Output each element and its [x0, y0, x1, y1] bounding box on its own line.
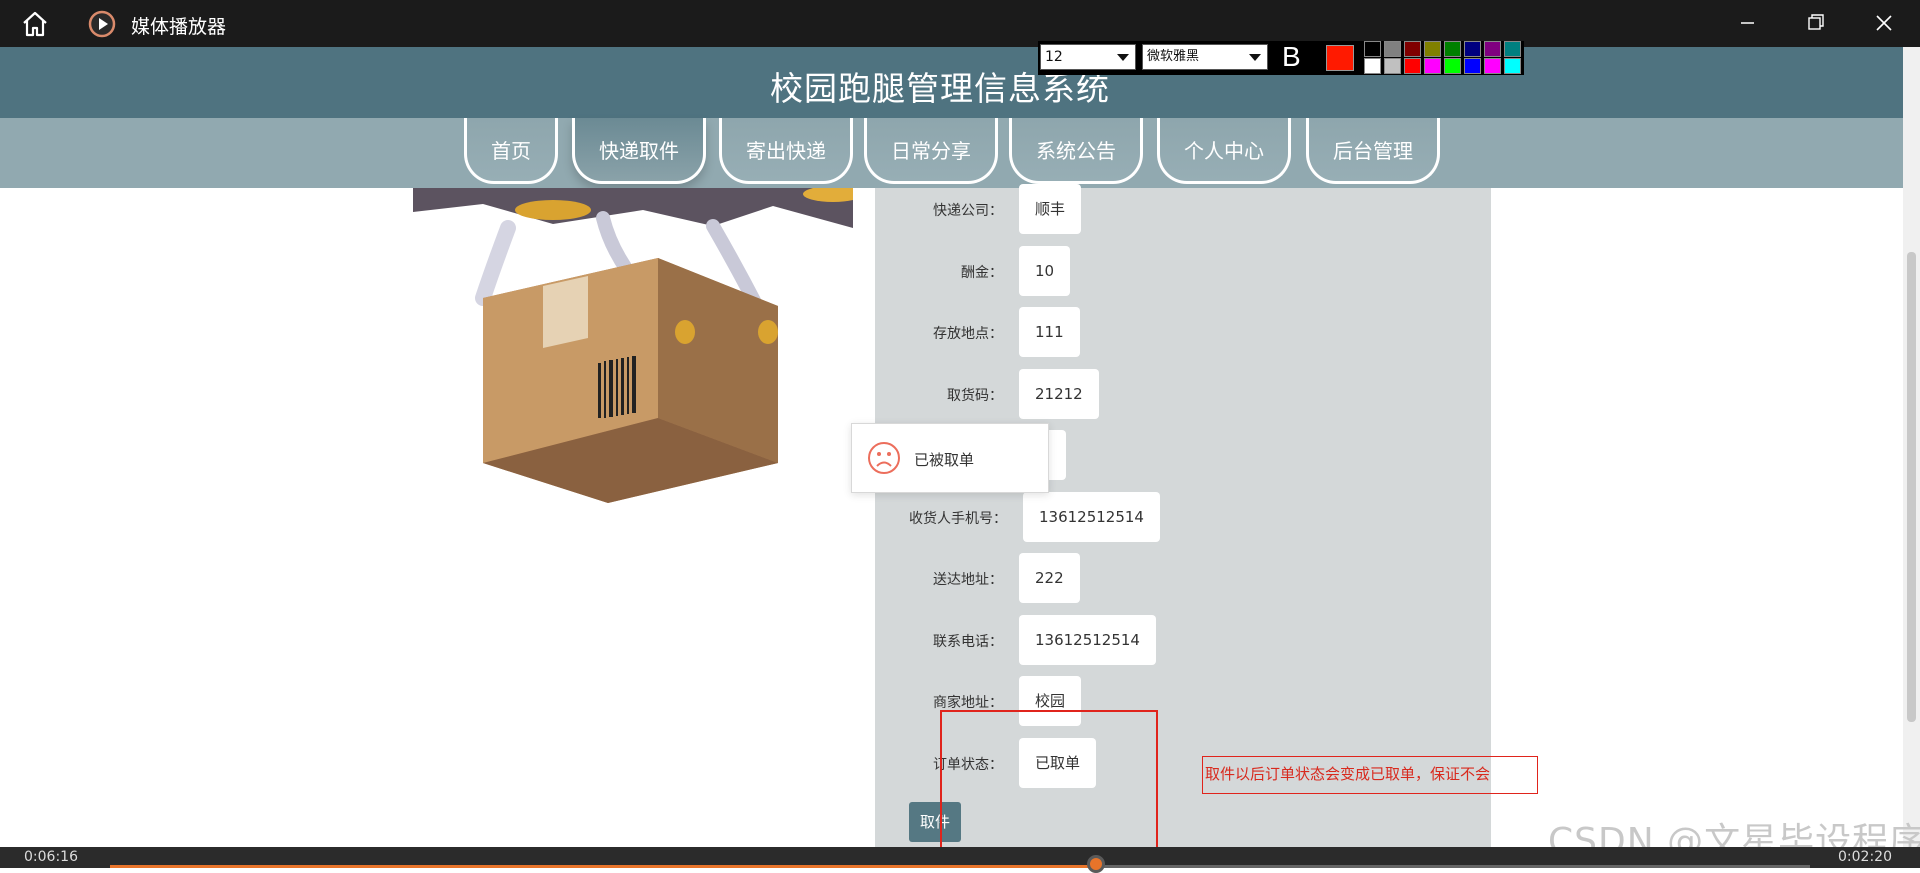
nav-item-admin[interactable]: 后台管理: [1306, 118, 1440, 184]
scrollbar-thumb[interactable]: [1907, 252, 1916, 722]
color-swatch[interactable]: [1444, 41, 1461, 57]
color-swatch[interactable]: [1384, 41, 1401, 57]
detail-label: 酬金：: [961, 265, 1003, 281]
color-swatch[interactable]: [1384, 58, 1401, 74]
color-swatch[interactable]: [1504, 41, 1521, 57]
color-swatch[interactable]: [1424, 41, 1441, 57]
color-swatch[interactable]: [1484, 41, 1501, 57]
site-title: 校园跑腿管理信息系统: [770, 69, 1110, 108]
nav-label: 快递取件: [599, 139, 679, 163]
font-size-select[interactable]: 12: [1040, 44, 1136, 70]
detail-label: 商家地址：: [933, 695, 1003, 711]
color-swatch[interactable]: [1484, 58, 1501, 74]
chevron-down-icon: [1117, 54, 1129, 61]
font-name-select[interactable]: 微软雅黑: [1142, 44, 1268, 70]
detail-label: 收货人手机号：: [909, 511, 1007, 527]
detail-label: 订单状态：: [933, 757, 1003, 773]
restore-button[interactable]: [1795, 8, 1835, 38]
main-nav: 首页 快递取件 寄出快递 日常分享 系统公告 个人中心 后台管理: [0, 118, 1903, 188]
color-swatch[interactable]: [1464, 58, 1481, 74]
total-time: 0:02:20: [1838, 849, 1892, 865]
sad-face-icon: [867, 441, 901, 475]
detail-label: 取货码：: [947, 388, 1003, 404]
detail-value: 21212: [1019, 369, 1099, 419]
color-swatch[interactable]: [1504, 58, 1521, 74]
current-time: 0:06:16: [24, 849, 78, 865]
annotation-text: 取件以后订单状态会变成已取单，保证不会: [1205, 765, 1491, 783]
delivery-drone-image: [413, 186, 863, 503]
detail-value: 13612512514: [1019, 615, 1156, 665]
toast-text: 已被取单: [914, 451, 975, 469]
color-swatch[interactable]: [1364, 58, 1381, 74]
site-header: 校园跑腿管理信息系统: [0, 47, 1903, 119]
page-scrollbar[interactable]: [1903, 47, 1920, 847]
window-titlebar: 媒体播放器: [0, 0, 1920, 47]
nav-item-notice[interactable]: 系统公告: [1009, 118, 1143, 184]
color-swatch[interactable]: [1424, 58, 1441, 74]
nav-item-pickup[interactable]: 快递取件: [572, 118, 706, 184]
detail-value: 111: [1019, 307, 1080, 357]
home-icon[interactable]: [18, 9, 52, 39]
media-player-icon: [88, 10, 116, 38]
chevron-down-icon: [1249, 54, 1261, 61]
nav-label: 日常分享: [891, 139, 971, 163]
detail-label: 送达地址：: [933, 572, 1003, 588]
current-color-swatch[interactable]: [1326, 45, 1354, 71]
detail-value: 10: [1019, 246, 1071, 296]
color-palette: [1364, 41, 1524, 75]
color-swatch[interactable]: [1404, 41, 1421, 57]
nav-label: 寄出快递: [746, 139, 826, 163]
minimize-button[interactable]: [1727, 8, 1767, 38]
nav-item-home[interactable]: 首页: [464, 118, 558, 184]
detail-value: 222: [1019, 553, 1080, 603]
detail-value: 13612512514: [1023, 492, 1160, 542]
nav-label: 个人中心: [1184, 139, 1264, 163]
color-swatch[interactable]: [1364, 41, 1381, 57]
color-swatch[interactable]: [1404, 58, 1421, 74]
nav-label: 首页: [491, 139, 531, 163]
window-title: 媒体播放器: [131, 16, 227, 38]
close-button[interactable]: [1864, 8, 1904, 38]
nav-label: 系统公告: [1036, 139, 1116, 163]
media-player-bar: 0:06:16 0:02:20: [0, 847, 1920, 873]
annotation-note[interactable]: 取件以后订单状态会变成已取单，保证不会: [1202, 756, 1538, 794]
font-size-value: 12: [1045, 49, 1063, 65]
detail-value: 顺丰: [1019, 184, 1082, 234]
detail-label: 联系电话：: [933, 634, 1003, 650]
nav-label: 后台管理: [1333, 139, 1413, 163]
font-name-value: 微软雅黑: [1147, 49, 1200, 64]
seek-bar-knob[interactable]: [1087, 855, 1105, 873]
toast-message: 已被取单: [851, 423, 1049, 493]
font-toolbar: 12 微软雅黑 B: [1038, 41, 1524, 75]
nav-item-send[interactable]: 寄出快递: [719, 118, 853, 184]
nav-item-profile[interactable]: 个人中心: [1157, 118, 1291, 184]
detail-label: 存放地点：: [933, 326, 1003, 342]
highlight-box: [940, 710, 1158, 850]
nav-item-share[interactable]: 日常分享: [864, 118, 998, 184]
color-swatch[interactable]: [1444, 58, 1461, 74]
bold-button[interactable]: B: [1282, 41, 1301, 73]
detail-label: 快递公司：: [933, 203, 1003, 219]
color-swatch[interactable]: [1464, 41, 1481, 57]
